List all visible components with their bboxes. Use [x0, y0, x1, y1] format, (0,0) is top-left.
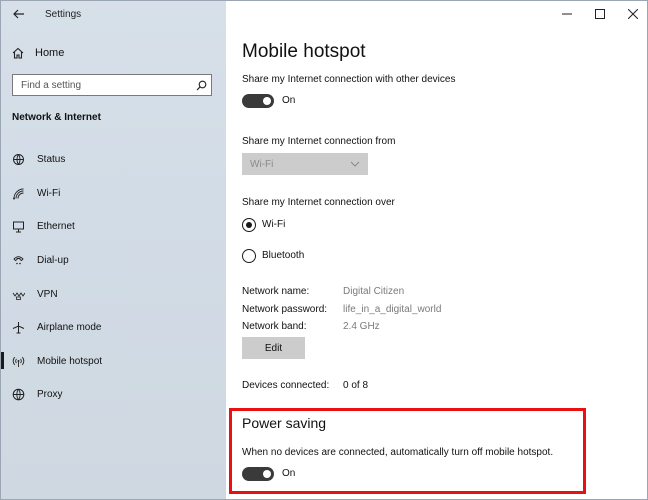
sidebar-item-label: Ethernet: [37, 220, 75, 232]
titlebar-left: Settings: [1, 1, 226, 29]
close-icon: [627, 9, 638, 19]
toggle-knob: [263, 470, 271, 478]
devices-connected-label: Devices connected:: [242, 380, 330, 391]
power-saving-description: When no devices are connected, automatic…: [242, 447, 554, 458]
edit-button[interactable]: Edit: [242, 337, 305, 359]
search-icon[interactable]: [191, 80, 211, 91]
globe-status-icon: [11, 152, 25, 166]
share-from-value: Wi-Fi: [250, 158, 274, 170]
minimize-button[interactable]: [550, 1, 583, 27]
network-name-label: Network name:: [242, 286, 310, 297]
power-saving-toggle[interactable]: [242, 467, 274, 481]
sidebar-item-home[interactable]: Home: [1, 41, 226, 65]
dialup-icon: [11, 253, 25, 267]
sidebar-item-mobile-hotspot[interactable]: Mobile hotspot: [1, 346, 226, 376]
radio-wifi[interactable]: [242, 218, 256, 232]
sidebar-item-label: Status: [37, 153, 66, 165]
section-label: Network & Internet: [12, 112, 101, 123]
share-label: Share my Internet connection with other …: [242, 74, 456, 85]
sidebar-item-label: Dial-up: [37, 254, 69, 266]
wifi-icon: [11, 186, 25, 200]
sidebar-item-status[interactable]: Status: [1, 144, 226, 174]
maximize-button[interactable]: [583, 1, 616, 27]
settings-window: Settings Home Network & Internet Status …: [0, 0, 648, 500]
power-saving-toggle-state: On: [282, 468, 296, 479]
share-from-dropdown[interactable]: Wi-Fi: [242, 153, 368, 175]
ethernet-icon: [11, 219, 25, 233]
network-password-label: Network password:: [242, 304, 328, 315]
sidebar-item-label: Proxy: [37, 388, 63, 400]
search-box[interactable]: [12, 74, 212, 96]
sidebar-item-ethernet[interactable]: Ethernet: [1, 211, 226, 241]
back-arrow-icon: [13, 9, 24, 19]
maximize-icon: [594, 9, 605, 19]
share-from-label: Share my Internet connection from: [242, 136, 396, 147]
sidebar-item-vpn[interactable]: VPN: [1, 279, 226, 309]
share-toggle-state: On: [282, 95, 296, 106]
sidebar-item-label: Wi-Fi: [37, 187, 61, 199]
page-title: Mobile hotspot: [242, 41, 366, 62]
network-password-value: life_in_a_digital_world: [343, 304, 442, 315]
sidebar-item-wifi[interactable]: Wi-Fi: [1, 178, 226, 208]
main-content: Mobile hotspot Share my Internet connect…: [226, 1, 647, 499]
sidebar: Settings Home Network & Internet Status …: [1, 1, 226, 499]
network-band-label: Network band:: [242, 321, 307, 332]
app-title: Settings: [45, 9, 82, 20]
radio-wifi-label: Wi-Fi: [262, 219, 286, 230]
radio-bluetooth[interactable]: [242, 249, 256, 263]
sidebar-item-label: VPN: [37, 288, 58, 300]
toggle-knob: [263, 97, 271, 105]
sidebar-item-airplane-mode[interactable]: Airplane mode: [1, 312, 226, 342]
sidebar-item-label: Mobile hotspot: [37, 355, 103, 367]
minimize-icon: [561, 13, 572, 15]
devices-connected-value: 0 of 8: [343, 380, 369, 391]
sidebar-item-label: Airplane mode: [37, 321, 102, 333]
network-name-value: Digital Citizen: [343, 286, 405, 297]
search-input[interactable]: [13, 75, 191, 95]
back-button[interactable]: [7, 4, 31, 24]
window-controls: [550, 1, 647, 27]
home-icon: [12, 47, 24, 59]
hotspot-icon: [11, 354, 25, 368]
share-toggle[interactable]: [242, 94, 274, 108]
home-label: Home: [35, 47, 65, 59]
airplane-icon: [11, 320, 25, 334]
share-over-label: Share my Internet connection over: [242, 197, 395, 208]
radio-bluetooth-label: Bluetooth: [262, 250, 305, 261]
sidebar-item-dialup[interactable]: Dial-up: [1, 245, 226, 275]
network-band-value: 2.4 GHz: [343, 321, 380, 332]
chevron-down-icon: [350, 161, 360, 167]
globe-icon: [11, 387, 25, 401]
sidebar-item-proxy[interactable]: Proxy: [1, 379, 226, 409]
vpn-icon: [11, 287, 25, 301]
close-button[interactable]: [616, 1, 647, 27]
power-saving-title: Power saving: [242, 415, 327, 431]
